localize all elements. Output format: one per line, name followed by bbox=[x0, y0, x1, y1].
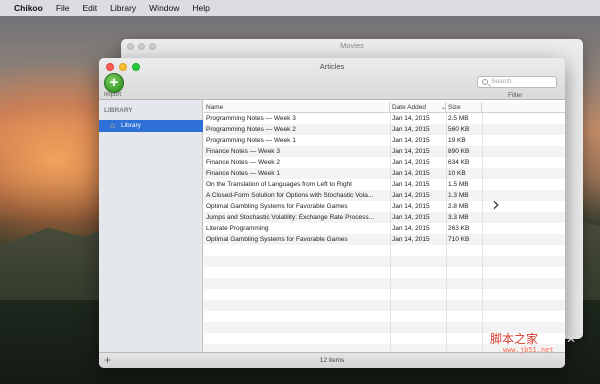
articles-table: Name Date Added ⌄ Size Programming Notes… bbox=[204, 100, 565, 352]
chevron-right-icon[interactable]: › bbox=[492, 192, 500, 216]
table-row[interactable]: Programming Notes — Week 1 Jan 14, 2015 … bbox=[204, 135, 565, 146]
menu-library[interactable]: Library bbox=[110, 3, 136, 13]
cell-date: Jan 14, 2015 bbox=[392, 203, 430, 210]
cell-name: Finance Notes — Week 1 bbox=[206, 170, 280, 177]
table-row[interactable]: Optimal Gambling Systems for Favorable G… bbox=[204, 234, 565, 245]
table-row[interactable]: Jumps and Stochastic Volatility: Exchang… bbox=[204, 212, 565, 223]
table-row[interactable]: Finance Notes — Week 3 Jan 14, 2015 890 … bbox=[204, 146, 565, 157]
cell-name: Jumps and Stochastic Volatility: Exchang… bbox=[206, 214, 375, 221]
column-header-size[interactable]: Size bbox=[446, 102, 482, 113]
home-icon: ⌂ bbox=[110, 121, 115, 130]
table-row[interactable]: Optimal Gambling Systems for Favorable G… bbox=[204, 201, 565, 212]
table-header: Name Date Added ⌄ Size bbox=[204, 102, 565, 113]
cell-name: Optimal Gambling Systems for Favorable G… bbox=[206, 203, 348, 210]
close-icon[interactable]: ✕ bbox=[543, 352, 553, 366]
search-icon bbox=[482, 79, 488, 85]
close-icon[interactable]: ✕ bbox=[566, 332, 576, 346]
cell-date: Jan 14, 2015 bbox=[392, 126, 430, 133]
column-divider bbox=[446, 113, 447, 352]
menu-file[interactable]: File bbox=[56, 3, 70, 13]
sidebar: LIBRARY ⌂ Library bbox=[99, 100, 203, 352]
cell-size: 710 KB bbox=[448, 236, 470, 243]
cell-name: Programming Notes — Week 3 bbox=[206, 115, 296, 122]
sidebar-item-library[interactable]: ⌂ Library bbox=[99, 120, 203, 132]
table-row[interactable]: Finance Notes — Week 1 Jan 14, 2015 10 K… bbox=[204, 168, 565, 179]
cell-name: Programming Notes — Week 2 bbox=[206, 126, 296, 133]
table-rows: Programming Notes — Week 3 Jan 14, 2015 … bbox=[204, 113, 565, 245]
cell-date: Jan 14, 2015 bbox=[392, 214, 430, 221]
search-input[interactable]: Search bbox=[477, 76, 557, 88]
window-title: Articles bbox=[319, 62, 345, 71]
cell-size: 890 KB bbox=[448, 148, 470, 155]
watermark: 脚本之家 bbox=[490, 332, 539, 346]
cell-date: Jan 14, 2015 bbox=[392, 225, 430, 232]
cell-size: 634 KB bbox=[448, 159, 470, 166]
cell-name: Programming Notes — Week 1 bbox=[206, 137, 296, 144]
movies-traffic-lights bbox=[127, 43, 156, 50]
plus-icon: + bbox=[109, 74, 119, 91]
cell-name: Literate Programming bbox=[206, 225, 269, 232]
column-divider bbox=[390, 113, 391, 352]
movies-window-title: Movies bbox=[340, 41, 364, 50]
cell-date: Jan 14, 2015 bbox=[392, 170, 430, 177]
sidebar-item-label: Library bbox=[121, 122, 141, 129]
cell-name: On the Translation of Languages from Lef… bbox=[206, 181, 352, 188]
menu-bar: Chikoo File Edit Library Window Help bbox=[0, 0, 600, 16]
cell-size: 19 KB bbox=[448, 137, 466, 144]
menu-help[interactable]: Help bbox=[192, 3, 209, 13]
cell-date: Jan 14, 2015 bbox=[392, 115, 430, 122]
status-bar: + 12 items bbox=[99, 352, 565, 368]
column-header-name[interactable]: Name bbox=[204, 102, 390, 113]
import-button[interactable]: + bbox=[104, 73, 124, 93]
cell-date: Jan 14, 2015 bbox=[392, 192, 430, 199]
table-row[interactable]: Literate Programming Jan 14, 2015 263 KB bbox=[204, 223, 565, 234]
menu-window[interactable]: Window bbox=[149, 3, 179, 13]
cell-size: 3.3 MB bbox=[448, 214, 469, 221]
item-count: 12 items bbox=[319, 357, 345, 364]
cell-size: 10 KB bbox=[448, 170, 466, 177]
cell-date: Jan 14, 2015 bbox=[392, 236, 430, 243]
cell-date: Jan 14, 2015 bbox=[392, 181, 430, 188]
cell-size: 1.3 MB bbox=[448, 192, 469, 199]
cell-name: A Closed-Form Solution for Options with … bbox=[206, 192, 374, 199]
title-bar: Articles + Import Search Filter bbox=[99, 58, 565, 100]
cell-size: 1.5 MB bbox=[448, 181, 469, 188]
table-row[interactable]: A Closed-Form Solution for Options with … bbox=[204, 190, 565, 201]
table-row[interactable]: On the Translation of Languages from Lef… bbox=[204, 179, 565, 190]
filter-label: Filter bbox=[508, 92, 523, 99]
menu-edit[interactable]: Edit bbox=[83, 3, 98, 13]
search-placeholder: Search bbox=[491, 78, 512, 85]
cell-name: Finance Notes — Week 2 bbox=[206, 159, 280, 166]
cell-size: 2.5 MB bbox=[448, 115, 469, 122]
import-label: Import bbox=[104, 92, 122, 98]
cell-name: Optimal Gambling Systems for Favorable G… bbox=[206, 236, 348, 243]
cell-size: 2.8 MB bbox=[448, 203, 469, 210]
table-row[interactable]: Finance Notes — Week 2 Jan 14, 2015 634 … bbox=[204, 157, 565, 168]
column-divider bbox=[482, 113, 483, 352]
sidebar-header: LIBRARY bbox=[104, 107, 133, 114]
cell-date: Jan 14, 2015 bbox=[392, 159, 430, 166]
cell-name: Finance Notes — Week 3 bbox=[206, 148, 280, 155]
watermark-url: www.jb51.net bbox=[503, 346, 554, 354]
cell-date: Jan 14, 2015 bbox=[392, 137, 430, 144]
table-row[interactable]: Programming Notes — Week 3 Jan 14, 2015 … bbox=[204, 113, 565, 124]
cell-size: 263 KB bbox=[448, 225, 470, 232]
cell-size: 560 KB bbox=[448, 126, 470, 133]
cell-date: Jan 14, 2015 bbox=[392, 148, 430, 155]
column-header-date-added[interactable]: Date Added bbox=[390, 102, 446, 113]
menu-app-name[interactable]: Chikoo bbox=[14, 3, 43, 13]
table-row[interactable]: Programming Notes — Week 2 Jan 14, 2015 … bbox=[204, 124, 565, 135]
